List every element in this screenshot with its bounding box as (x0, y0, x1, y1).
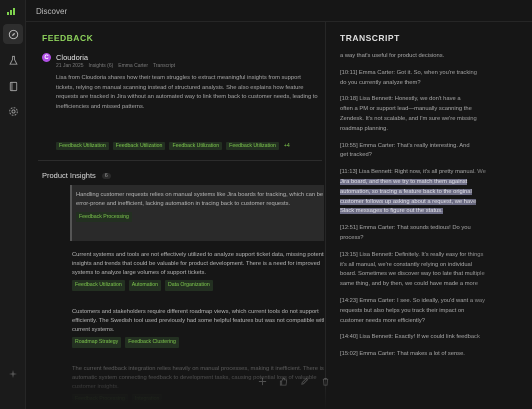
compass-icon (8, 29, 18, 39)
insight-tags: Feedback Processing (76, 211, 324, 223)
book-icon (9, 81, 17, 91)
transcript-line: Slack messages to figure out the status. (340, 208, 443, 215)
top-bar: Discover (26, 0, 532, 22)
edit-icon[interactable] (300, 373, 309, 385)
tag-chip[interactable]: Integration (131, 394, 163, 406)
transcript-line: process? (340, 234, 364, 241)
tag-chip[interactable]: Feedback Utilization (72, 280, 125, 292)
transcript-line: a way that's useful for product decision… (340, 53, 445, 59)
feedback-summary: Lisa from Cloudoria shares how their tea… (56, 75, 318, 110)
tag-chip[interactable]: Data Organization (164, 280, 213, 292)
transcript-line: [13:15] Lisa Bennett: Definitely. It's r… (340, 251, 484, 258)
feedback-meta: 21 Jan 2025 Insights (6) Emma Carter Tra… (56, 63, 175, 69)
transcript-block: [12:51] Emma Carter: That sounds tedious… (340, 224, 530, 244)
page-title: Discover (36, 7, 68, 16)
transcript-line: [14:23] Emma Carter: I see. So ideally, … (340, 297, 486, 304)
meta-author[interactable]: Emma Carter (118, 63, 148, 69)
transcript-line: customer follows up asking about a reque… (340, 198, 477, 205)
insight-text: Customers and stakeholders require diffe… (72, 309, 324, 333)
insights-header: Product Insights 6 (42, 171, 111, 180)
summary-tags: Feedback Utilization Feedback Utilizatio… (56, 142, 291, 150)
tag-chip[interactable]: Roadmap Strategy (72, 337, 122, 349)
section-divider (38, 160, 322, 161)
transcript-block: [14:40] Lisa Bennett: Exactly! If we cou… (340, 333, 530, 343)
flask-icon (8, 55, 18, 65)
transcript-line: requests but also helps you track their … (340, 307, 465, 314)
meta-transcript[interactable]: Transcript (153, 63, 175, 69)
transcript-line: board. Sometimes we discover way too lat… (340, 271, 485, 278)
trash-icon[interactable] (321, 373, 330, 386)
transcript-line: customer needs more efficiently? (340, 317, 425, 324)
insight-tags: Roadmap Strategy Feedback Clustering (72, 337, 324, 349)
add-icon[interactable] (258, 373, 267, 386)
sparkle-icon[interactable] (8, 366, 18, 378)
tag-chip[interactable]: Feedback Clustering (125, 337, 179, 349)
transcript-block: [10:18] Lisa Bennett: Honestly, we don't… (340, 95, 530, 134)
insight-tags: Feedback Utilization Automation Data Org… (72, 280, 324, 292)
tag-chip[interactable]: Feedback Processing (72, 394, 128, 406)
meta-insights[interactable]: Insights (6) (89, 63, 114, 69)
company-name[interactable]: Cloudoria (56, 53, 88, 62)
transcript-block: [11:13] Lisa Bennett: Right now, it's al… (340, 168, 530, 217)
more-tags-chip[interactable]: +4 (283, 142, 291, 150)
insight-tags: Feedback Processing Integration (72, 394, 324, 406)
transcript-line: [10:55] Emma Carter: That's really inter… (340, 142, 470, 149)
transcript-line: get tracked? (340, 152, 372, 159)
nav-library-button[interactable] (3, 76, 23, 96)
transcript-block: [10:11] Emma Carter: Got it. So, when yo… (340, 69, 530, 89)
feedback-heading: FEEDBACK (42, 33, 94, 43)
tag-chip[interactable]: Automation (128, 280, 161, 292)
nav-rail (0, 0, 26, 409)
tag-chip[interactable]: Feedback Utilization (56, 142, 109, 150)
transcript-line: Jira board, and then we try to match the… (340, 178, 468, 185)
meta-date: 21 Jan 2025 (56, 63, 84, 69)
nav-lab-button[interactable] (3, 50, 23, 70)
transcript-line: [10:18] Lisa Bennett: Honestly, we don't… (340, 96, 461, 103)
company-avatar: C (42, 53, 51, 62)
tag-chip[interactable]: Feedback Processing (76, 211, 132, 223)
transcript-block: [13:15] Lisa Bennett: Definitely. It's r… (340, 251, 530, 290)
transcript-heading: TRANSCRIPT (340, 33, 400, 43)
transcript-line: do you currently analyze them? (340, 79, 421, 86)
transcript-line: roadmap planning. (340, 125, 389, 132)
nav-settings-button[interactable] (3, 101, 23, 121)
thumbs-up-icon[interactable] (279, 373, 288, 386)
gear-icon (8, 106, 18, 116)
insight-item[interactable]: Customers and stakeholders require diffe… (72, 308, 324, 349)
transcript-panel: TRANSCRIPT a way that's useful for produ… (325, 22, 532, 409)
tag-chip[interactable]: Feedback Utilization (112, 142, 166, 150)
transcript-line: [15:02] Emma Carter: That makes a lot of… (340, 351, 465, 358)
transcript-line: [11:13] Lisa Bennett: Right now, it's al… (340, 169, 486, 176)
nav-discover-button[interactable] (3, 24, 23, 44)
transcript-body: a way that's useful for product decision… (340, 52, 530, 367)
transcript-line: automation, so tracing a feature back to… (340, 188, 472, 195)
transcript-block: [15:02] Emma Carter: That makes a lot of… (340, 350, 530, 360)
insights-count-badge: 6 (101, 172, 111, 179)
insight-item[interactable]: Handling customer requests relies on man… (76, 191, 324, 223)
transcript-line: [14:40] Lisa Bennett: Exactly! If we cou… (340, 334, 480, 341)
feedback-panel: FEEDBACK C Cloudoria 21 Jan 2025 Insight… (26, 22, 324, 409)
tag-chip[interactable]: Feedback Utilization (226, 142, 279, 150)
app-logo (7, 8, 15, 15)
transcript-line: [12:51] Emma Carter: That sounds tedious… (340, 225, 471, 232)
transcript-block: a way that's useful for product decision… (340, 52, 530, 62)
bottom-toolbar (258, 373, 330, 386)
company-header: C Cloudoria (42, 53, 88, 62)
insight-text: Current systems and tools are not effect… (72, 252, 324, 276)
insights-label: Product Insights (42, 171, 96, 180)
transcript-line: Zendesk. It's not scalable, and I'm sure… (340, 115, 477, 122)
transcript-line: [10:11] Emma Carter: Got it. So, when yo… (340, 69, 477, 76)
insight-item[interactable]: Current systems and tools are not effect… (72, 251, 324, 292)
insight-text: Handling customer requests relies on man… (76, 192, 324, 207)
transcript-block: [14:23] Emma Carter: I see. So ideally, … (340, 297, 530, 326)
transcript-line: often a PM or support lead—manually scan… (340, 106, 472, 113)
tag-chip[interactable]: Feedback Utilization (169, 142, 223, 150)
transcript-block: [10:55] Emma Carter: That's really inter… (340, 142, 530, 162)
transcript-line: it's all manual, we're constantly relyin… (340, 261, 473, 268)
transcript-line: same thing, and by then, we could have m… (340, 281, 478, 288)
